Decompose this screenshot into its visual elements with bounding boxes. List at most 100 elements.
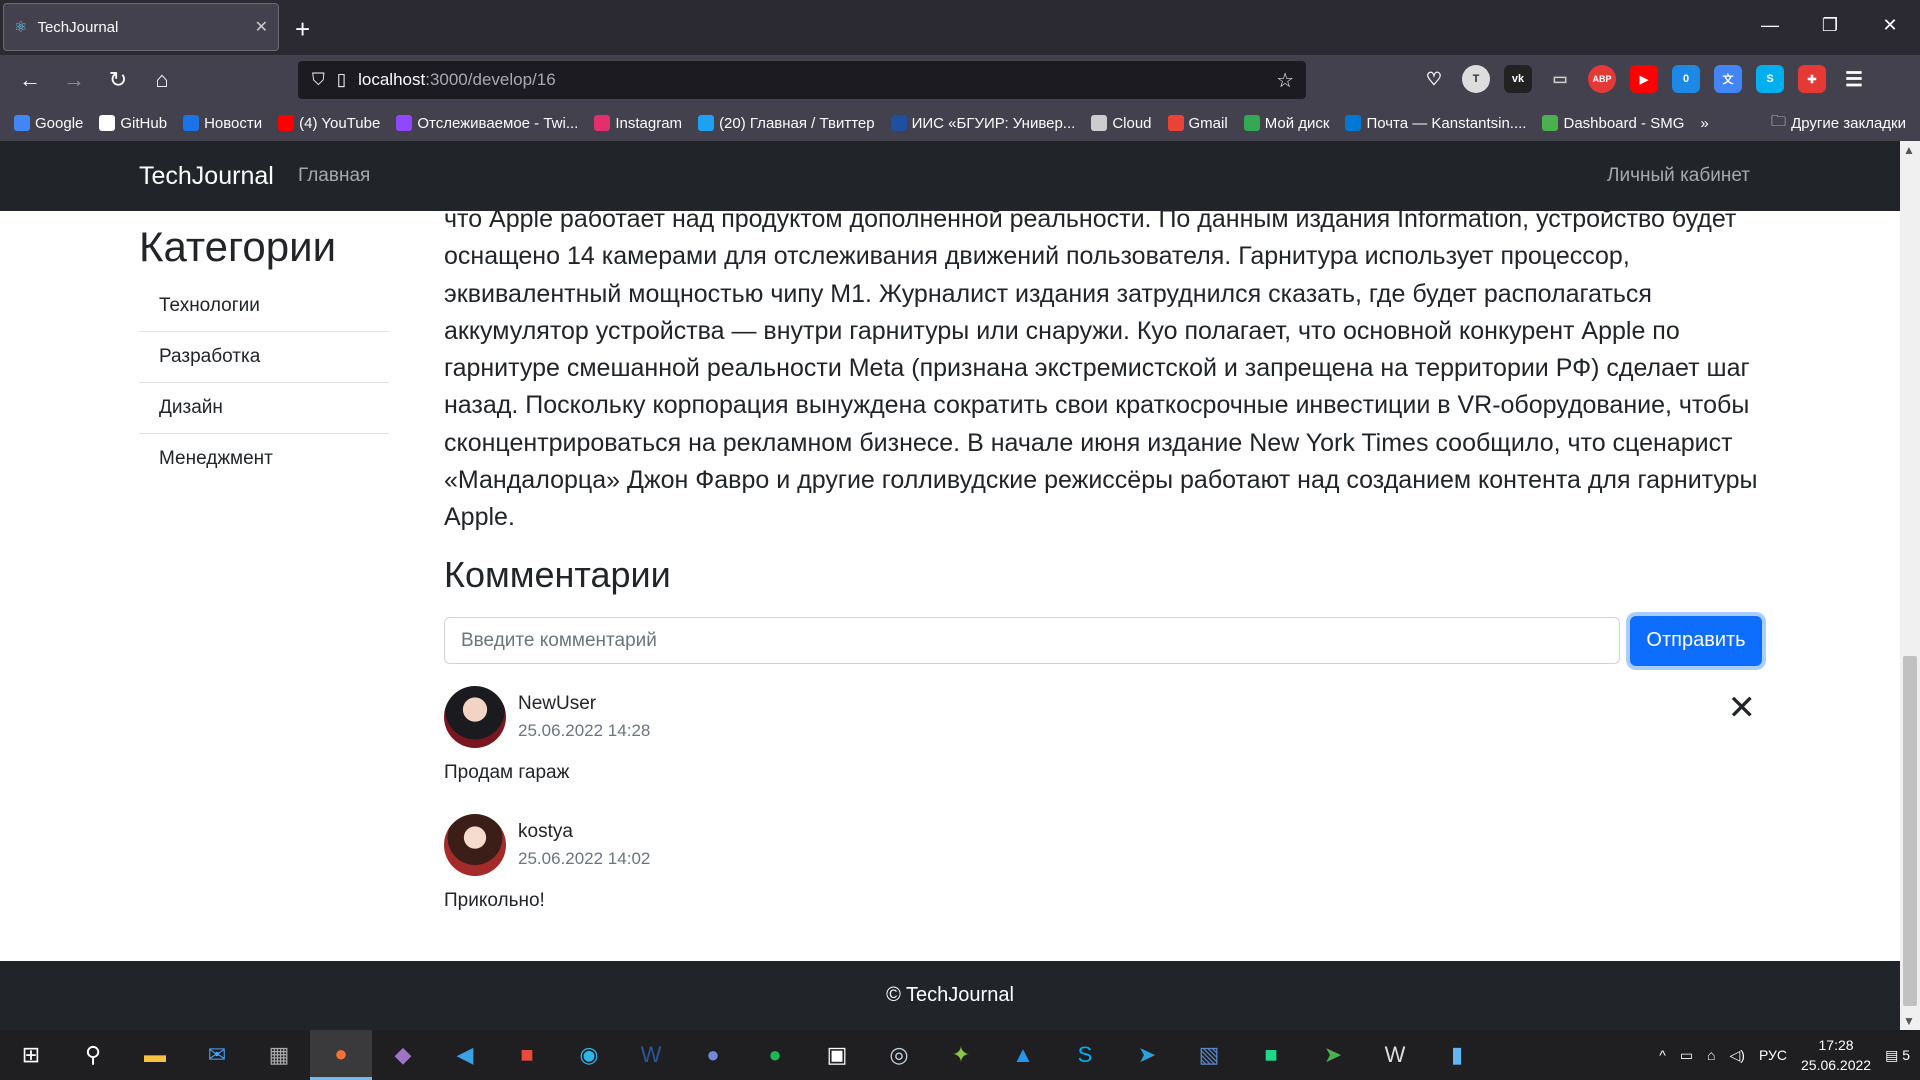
main-content: что Apple работает над продуктом дополне… (444, 201, 1764, 912)
docker-icon[interactable]: ▲ (992, 1030, 1054, 1080)
discord-icon[interactable]: ● (682, 1030, 744, 1080)
volume-icon[interactable]: ◁) (1730, 1047, 1745, 1064)
shield-icon[interactable]: ⛉ (312, 70, 325, 90)
menu-icon[interactable]: ☰ (1840, 65, 1868, 93)
bookmark-label: Dashboard - SMG (1563, 114, 1685, 132)
webstorm-icon[interactable]: W (1364, 1030, 1426, 1080)
avatar (444, 813, 506, 876)
chevron-up-icon[interactable]: ^ (1659, 1047, 1666, 1063)
firefox-icon[interactable]: ● (310, 1030, 372, 1080)
bookmark-item[interactable]: Почта — Kanstantsin.... (1345, 115, 1526, 132)
page-scrollbar[interactable]: ▲ ▼ (1900, 141, 1920, 1030)
scroll-up-icon[interactable]: ▲ (1903, 143, 1915, 157)
clock[interactable]: 17:28 25.06.2022 (1801, 1035, 1871, 1075)
edge-icon[interactable]: ◉ (558, 1030, 620, 1080)
comment-text: Продам гараж (444, 761, 570, 783)
bookmark-item[interactable]: (4) YouTube (278, 115, 380, 132)
bookmark-item[interactable]: (20) Главная / Твиттер (698, 115, 875, 132)
nav-home-link[interactable]: Главная (298, 165, 370, 187)
restore-button[interactable]: ❐ (1800, 0, 1860, 50)
spotify-icon[interactable]: ● (744, 1030, 806, 1080)
back-button[interactable]: ← (8, 67, 52, 93)
bookmark-item[interactable]: ИИС «БГУИР: Универ... (890, 115, 1075, 132)
window-controls: — ❐ ✕ (1740, 0, 1920, 55)
avatar (444, 685, 506, 748)
comment-input[interactable]: Введите комментарий (444, 617, 1620, 665)
skype-ext-icon[interactable]: S (1756, 65, 1784, 93)
category-management[interactable]: Менеджмент (139, 434, 389, 484)
bookmark-star-icon[interactable]: ☆ (1276, 68, 1294, 93)
bookmark-item[interactable]: Dashboard - SMG (1542, 115, 1684, 132)
close-tab-icon[interactable]: ✕ (255, 17, 268, 37)
bookmark-item[interactable]: Мой диск (1243, 114, 1330, 132)
translate-icon[interactable]: 文 (1714, 65, 1742, 93)
send-button[interactable]: Отправить (1630, 615, 1762, 666)
bookmark-favicon-icon (1542, 115, 1559, 131)
bookmark-item[interactable]: Cloud (1091, 115, 1152, 132)
notification-icon[interactable]: ▤ 5 (1885, 1047, 1910, 1064)
more-bookmarks-icon[interactable]: » (1700, 115, 1708, 132)
vk-icon[interactable]: vk (1504, 65, 1532, 93)
reader-icon[interactable]: ▭ (1546, 65, 1574, 93)
app-icon[interactable]: ✦ (930, 1030, 992, 1080)
home-button[interactable]: ⌂ (140, 67, 184, 93)
network-icon[interactable]: ⌂ (1707, 1047, 1715, 1063)
youtube-ext-icon[interactable]: ▶ (1630, 65, 1658, 93)
epic-games-icon[interactable]: ▣ (806, 1030, 868, 1080)
pycharm-icon[interactable]: ■ (1240, 1030, 1302, 1080)
new-tab-button[interactable]: + (295, 14, 310, 45)
bookmark-item[interactable]: Gmail (1167, 115, 1228, 132)
minimize-button[interactable]: — (1740, 0, 1800, 50)
bookmark-item[interactable]: GitHub (99, 115, 167, 132)
rider-icon[interactable]: ■ (496, 1030, 558, 1080)
address-bar[interactable]: ⛉ ▯ localhost:3000/develop/16 ☆ (298, 61, 1306, 99)
start-icon[interactable]: ⊞ (0, 1030, 62, 1080)
reload-button[interactable]: ↻ (96, 67, 140, 93)
bookmark-label: Отслеживаемое - Twi... (417, 114, 579, 132)
app2-icon[interactable]: ▮ (1426, 1030, 1488, 1080)
adblock-icon[interactable]: ABP (1588, 65, 1616, 93)
category-technologies[interactable]: Технологии (139, 281, 389, 332)
bookmark-label: GitHub (120, 114, 168, 132)
telegram-alt-icon[interactable]: ➤ (1302, 1030, 1364, 1080)
pocket-icon[interactable]: ♡ (1420, 65, 1448, 93)
file-explorer-icon[interactable]: ▬ (124, 1030, 186, 1080)
comment-form: Введите комментарий Отправить (444, 615, 1764, 666)
visual-studio-icon[interactable]: ◆ (372, 1030, 434, 1080)
telegram-icon[interactable]: ➤ (1116, 1030, 1178, 1080)
close-window-button[interactable]: ✕ (1860, 0, 1920, 50)
mail-icon[interactable]: ✉ (186, 1030, 248, 1080)
other-bookmarks[interactable]: 🗀 Другие закладки (1771, 111, 1920, 136)
site-brand[interactable]: TechJournal (139, 162, 274, 191)
vscode-icon[interactable]: ◀ (434, 1030, 496, 1080)
scroll-down-icon[interactable]: ▼ (1903, 1014, 1915, 1028)
bookmark-item[interactable]: Отслеживаемое - Twi... (396, 115, 578, 132)
sidebar-title: Категории (139, 223, 337, 270)
nav-cabinet-link[interactable]: Личный кабинет (1607, 165, 1750, 187)
scroll-thumb[interactable] (1903, 656, 1917, 1006)
bookmark-item[interactable]: Новости (183, 115, 262, 132)
steam-icon[interactable]: ◎ (868, 1030, 930, 1080)
language-indicator[interactable]: РУС (1759, 1047, 1787, 1063)
comment-date: 25.06.2022 14:02 (518, 848, 651, 868)
sql-icon[interactable]: ▧ (1178, 1030, 1240, 1080)
extension-badge-icon[interactable]: 0 (1672, 65, 1700, 93)
puzzle-icon[interactable]: ✚ (1798, 65, 1826, 93)
bookmark-item[interactable]: Google (14, 115, 83, 132)
browser-tab[interactable]: ⚛ TechJournal ✕ (3, 3, 279, 51)
forward-button[interactable]: → (52, 67, 96, 93)
word-icon[interactable]: W (620, 1030, 682, 1080)
category-development[interactable]: Разработка (139, 332, 389, 383)
comment-item: NewUser 25.06.2022 14:28 Продам гараж ✕ (444, 685, 1764, 784)
delete-comment-icon[interactable]: ✕ (1728, 688, 1757, 728)
category-design[interactable]: Дизайн (139, 383, 389, 434)
extensions-bar: ♡ T vk ▭ ABP ▶ 0 文 S ✚ ☰ (1420, 65, 1868, 93)
battery-icon[interactable]: ▭ (1680, 1047, 1693, 1064)
skype-icon[interactable]: S (1054, 1030, 1116, 1080)
bookmark-label: Мой диск (1264, 114, 1330, 132)
search-icon[interactable]: ⚲ (62, 1030, 124, 1080)
profile-t-icon[interactable]: T (1462, 65, 1490, 93)
bookmark-favicon-icon (99, 115, 116, 131)
bookmark-item[interactable]: Instagram (594, 115, 682, 132)
calculator-icon[interactable]: ▦ (248, 1030, 310, 1080)
